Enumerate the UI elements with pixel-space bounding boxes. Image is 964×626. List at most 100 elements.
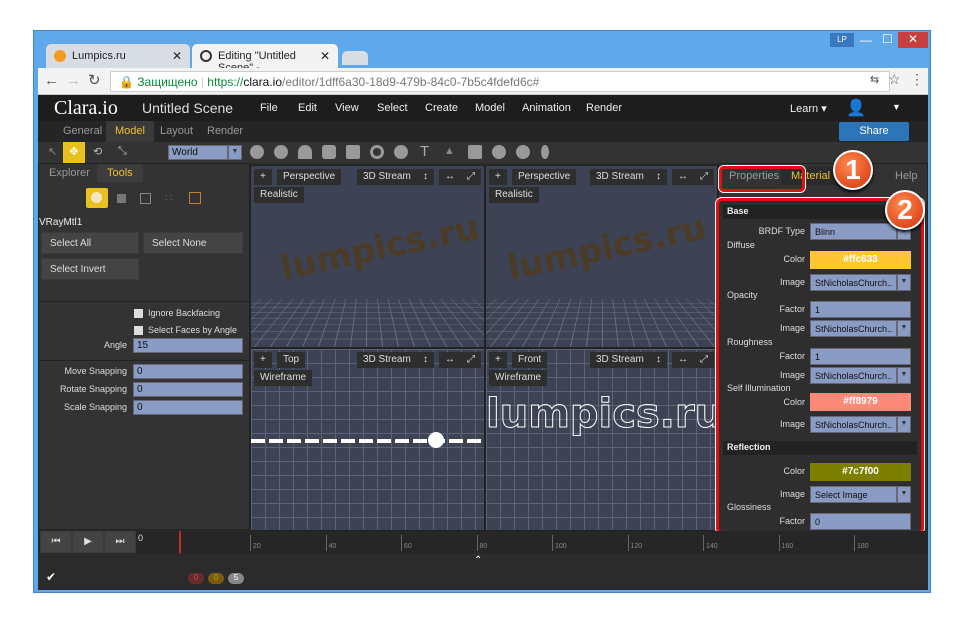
chevron-down-icon[interactable]: ▼ bbox=[897, 274, 911, 291]
minimize-button[interactable]: — bbox=[860, 33, 872, 47]
forward-icon[interactable]: → bbox=[66, 72, 81, 89]
viewport-perspective-2[interactable]: lumpics.ru + Perspective 3D Stream ↕ ↔ ⤢… bbox=[485, 165, 718, 348]
torus-icon[interactable] bbox=[370, 145, 384, 159]
tab-lumpics[interactable]: Lumpics.ru ✕ bbox=[46, 44, 190, 68]
stream-button[interactable]: 3D Stream bbox=[590, 169, 650, 185]
move-tool-icon[interactable]: ✥ bbox=[63, 142, 85, 163]
roughness-factor-input[interactable]: 1 bbox=[810, 348, 911, 365]
reload-icon[interactable]: ↻ bbox=[88, 71, 101, 89]
tab-tools[interactable]: Tools bbox=[97, 164, 143, 182]
select-faces-by-angle-checkbox[interactable] bbox=[134, 326, 143, 335]
skip-end-icon[interactable]: ⏭ bbox=[104, 531, 136, 553]
share-button[interactable]: Share bbox=[839, 122, 909, 141]
vertical-arrows-icon[interactable]: ↕ bbox=[417, 352, 434, 368]
view-select[interactable]: Top bbox=[277, 352, 305, 368]
back-icon[interactable]: ← bbox=[44, 72, 59, 89]
horizontal-arrows-icon[interactable]: ↔ bbox=[672, 352, 694, 368]
bookmark-star-icon[interactable]: ☆ bbox=[888, 71, 901, 88]
scale-tool-icon[interactable]: ⤡ bbox=[118, 145, 127, 158]
info-count[interactable]: 5 bbox=[228, 573, 244, 584]
tab-model[interactable]: Model bbox=[106, 121, 154, 142]
horizontal-arrows-icon[interactable]: ↔ bbox=[439, 169, 461, 185]
select-all-button[interactable]: Select All bbox=[41, 232, 139, 254]
scene-title[interactable]: Untitled Scene bbox=[142, 100, 233, 116]
logo[interactable]: Clara.io bbox=[54, 97, 118, 120]
add-icon[interactable]: + bbox=[489, 352, 507, 368]
play-icon[interactable]: ▶ bbox=[72, 531, 104, 553]
vertex-mode-icon[interactable]: : : bbox=[165, 192, 173, 202]
tab-render[interactable]: Render bbox=[198, 121, 252, 142]
ball-icon[interactable] bbox=[516, 145, 530, 159]
horizontal-arrows-icon[interactable]: ↔ bbox=[672, 169, 694, 185]
element-mode-icon[interactable] bbox=[189, 192, 201, 204]
coord-space-select[interactable]: World bbox=[168, 145, 228, 160]
maximize-icon[interactable]: ⤢ bbox=[694, 169, 714, 185]
chevron-down-icon[interactable]: ▼ bbox=[897, 367, 911, 384]
self-illum-color-swatch[interactable]: #ff8979 bbox=[810, 393, 911, 411]
view-select[interactable]: Perspective bbox=[277, 169, 341, 185]
text-icon[interactable]: T bbox=[420, 143, 429, 160]
horizontal-arrows-icon[interactable]: ↔ bbox=[439, 352, 461, 368]
tab-layout[interactable]: Layout bbox=[151, 121, 202, 142]
warning-count[interactable]: 0 bbox=[208, 573, 224, 584]
error-count[interactable]: 0 bbox=[188, 573, 204, 584]
brdf-select[interactable]: Blinn bbox=[810, 223, 897, 240]
self-illum-image-select[interactable]: StNicholasChurch.. bbox=[810, 416, 897, 433]
maximize-button[interactable]: ☐ bbox=[882, 32, 893, 46]
opacity-image-select[interactable]: StNicholasChurch.. bbox=[810, 320, 897, 337]
menu-view[interactable]: View bbox=[335, 102, 359, 114]
chevron-down-icon[interactable]: ▼ bbox=[897, 416, 911, 433]
cone-icon[interactable] bbox=[298, 145, 312, 159]
reflection-section-header[interactable]: Reflection bbox=[723, 441, 917, 455]
playhead[interactable] bbox=[179, 531, 181, 553]
shading-mode[interactable]: Wireframe bbox=[489, 370, 547, 386]
chevron-down-icon[interactable]: ▼ bbox=[228, 145, 242, 160]
vertical-arrows-icon[interactable]: ↕ bbox=[650, 352, 667, 368]
rotate-snapping-input[interactable]: 0 bbox=[133, 382, 243, 397]
add-icon[interactable]: + bbox=[254, 352, 272, 368]
add-icon[interactable]: + bbox=[254, 169, 272, 185]
edge-mode-icon[interactable] bbox=[140, 193, 151, 204]
stream-button[interactable]: 3D Stream bbox=[357, 352, 417, 368]
pyramid-icon[interactable]: ▲ bbox=[444, 145, 455, 157]
menu-file[interactable]: File bbox=[260, 102, 278, 114]
viewport-perspective-1[interactable]: lumpics.ru + Perspective 3D Stream ↕ ↔ ⤢… bbox=[250, 165, 485, 348]
close-icon[interactable]: ✕ bbox=[320, 49, 330, 63]
chevron-down-icon[interactable]: ▼ bbox=[897, 486, 911, 503]
gem-shape-icon[interactable] bbox=[250, 145, 264, 159]
stream-button[interactable]: 3D Stream bbox=[357, 169, 417, 185]
new-tab-button[interactable] bbox=[342, 51, 368, 65]
cylinder-icon[interactable] bbox=[322, 145, 336, 159]
plane-icon[interactable] bbox=[468, 145, 482, 159]
menu-model[interactable]: Model bbox=[475, 102, 505, 114]
translate-icon[interactable]: ⇆ bbox=[870, 73, 879, 86]
menu-render[interactable]: Render bbox=[586, 102, 622, 114]
maximize-icon[interactable]: ⤢ bbox=[461, 352, 481, 368]
maximize-icon[interactable]: ⤢ bbox=[694, 352, 714, 368]
select-tool-icon[interactable]: ↖ bbox=[48, 145, 57, 158]
learn-menu[interactable]: Learn ▾ bbox=[790, 102, 827, 115]
stream-button[interactable]: 3D Stream bbox=[590, 352, 650, 368]
maximize-icon[interactable]: ⤢ bbox=[461, 169, 481, 185]
geosphere-icon[interactable] bbox=[492, 145, 506, 159]
opacity-factor-input[interactable]: 1 bbox=[810, 301, 911, 318]
move-snapping-input[interactable]: 0 bbox=[133, 364, 243, 379]
close-icon[interactable]: ✕ bbox=[172, 49, 182, 63]
box-icon[interactable] bbox=[346, 145, 360, 159]
rotate-tool-icon[interactable]: ⟲ bbox=[93, 145, 102, 158]
timeline[interactable]: ⏮ ▶ ⏭ 0 20 40 60 80 100 120 140 160 180 bbox=[38, 531, 928, 553]
chevron-down-icon[interactable]: ▼ bbox=[892, 102, 901, 112]
menu-animation[interactable]: Animation bbox=[522, 102, 571, 114]
tab-help[interactable]: Help bbox=[885, 167, 928, 185]
face-mode-icon[interactable] bbox=[117, 194, 126, 203]
reflection-color-swatch[interactable]: #7c7f00 bbox=[810, 463, 911, 481]
menu-select[interactable]: Select bbox=[377, 102, 408, 114]
diffuse-image-select[interactable]: StNicholasChurch.. bbox=[810, 274, 897, 291]
vertical-arrows-icon[interactable]: ↕ bbox=[650, 169, 667, 185]
view-select[interactable]: Front bbox=[512, 352, 547, 368]
sphere-icon[interactable] bbox=[274, 145, 288, 159]
add-icon[interactable]: + bbox=[489, 169, 507, 185]
viewport-top[interactable]: + Top 3D Stream ↕ ↔ ⤢ Wireframe bbox=[250, 348, 485, 531]
shading-mode[interactable]: Realistic bbox=[489, 187, 539, 203]
object-mode-button[interactable] bbox=[86, 188, 108, 208]
